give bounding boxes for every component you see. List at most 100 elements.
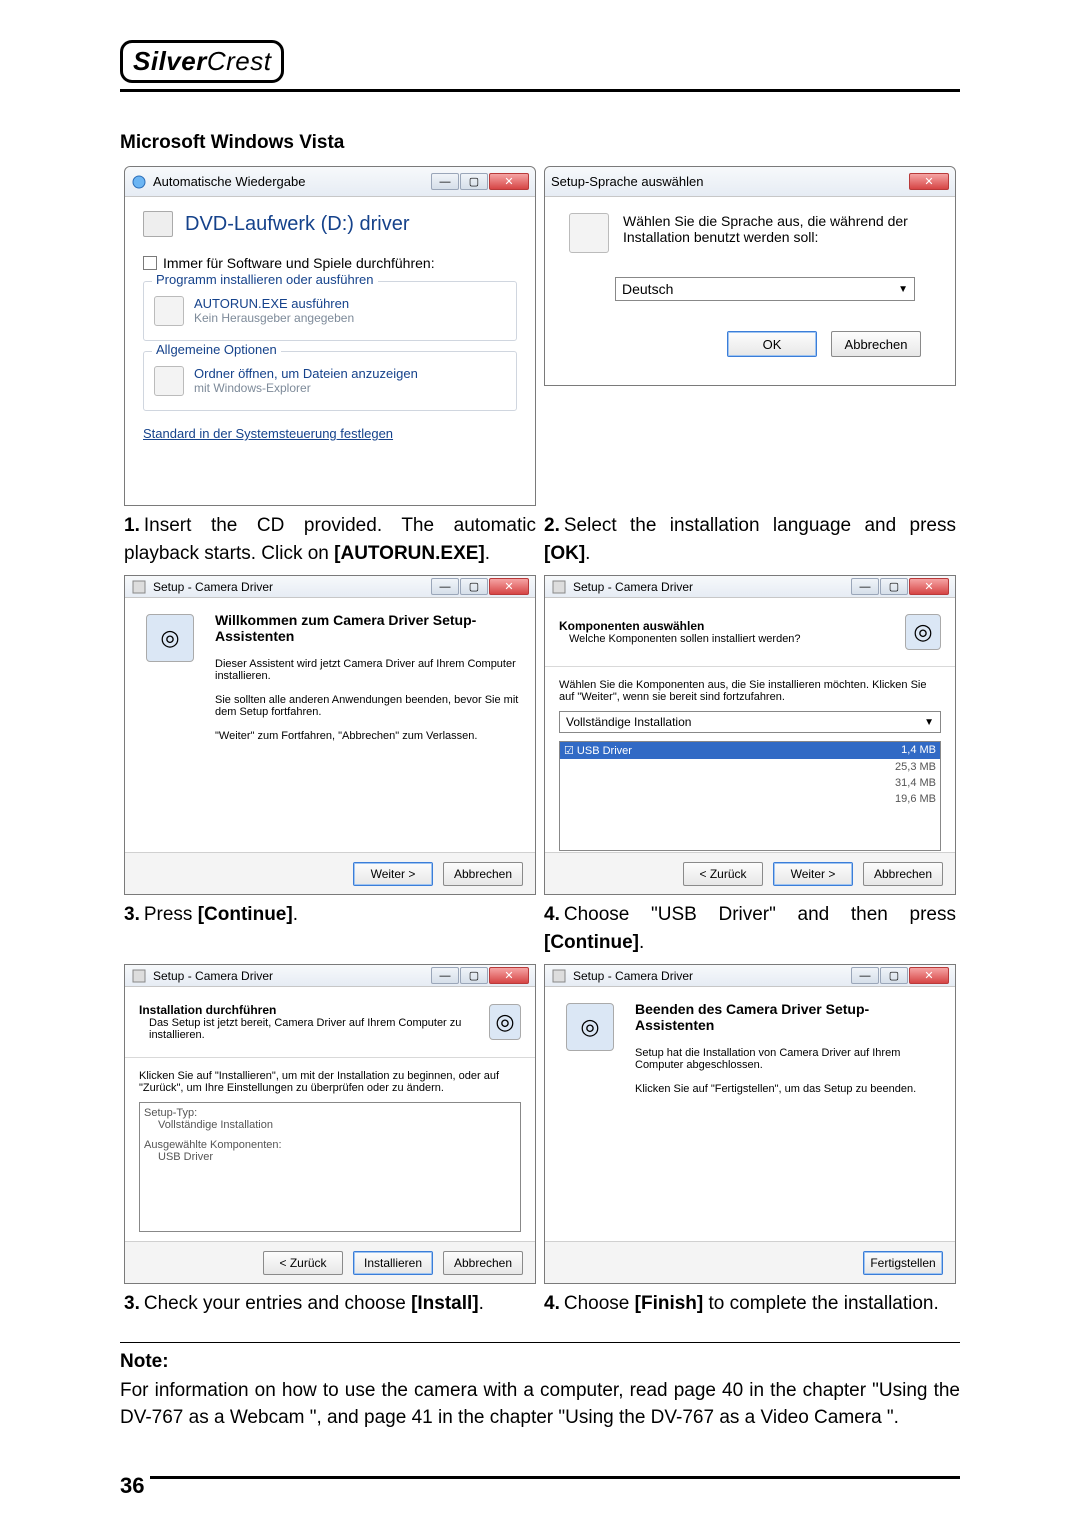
wizard-title: Setup - Camera Driver [153,580,273,594]
note-heading: Note: [120,1351,960,1373]
globe-icon [569,213,609,253]
autoplay-icon [131,174,147,190]
brand-header: SilverCrest [120,40,960,92]
size-1: 1,4 MB [901,744,936,757]
close-button[interactable]: ✕ [909,967,949,984]
wizard3-heading: Installation durchführen [139,1003,475,1017]
close-button[interactable]: ✕ [909,578,949,595]
install-summary: Setup-Typ: Vollständige Installation Aus… [139,1102,521,1232]
wizard-logo-icon: ◎ [146,614,194,662]
minimize-button[interactable]: — [431,578,459,595]
screenshot-wizard-ready: Setup - Camera Driver — ▢ ✕ Installation… [124,964,536,1284]
always-label: Immer für Software und Spiele durchführe… [163,255,435,271]
screenshot-wizard-components: Setup - Camera Driver — ▢ ✕ Komponenten … [544,575,956,895]
maximize-button[interactable]: ▢ [880,967,908,984]
control-panel-link[interactable]: Standard in der Systemsteuerung festlege… [143,426,393,441]
cancel-button[interactable]: Abbrechen [831,331,921,357]
setup-icon [551,968,567,984]
close-button[interactable]: ✕ [489,173,529,190]
wizard-title: Setup - Camera Driver [153,969,273,983]
brand-logo: SilverCrest [120,40,284,83]
maximize-button[interactable]: ▢ [880,578,908,595]
maximize-button[interactable]: ▢ [460,967,488,984]
wizard2-instructions: Wählen Sie die Komponenten aus, die Sie … [559,679,941,703]
back-button[interactable]: < Zurück [263,1251,343,1275]
install-type-value: Vollständige Installation [566,715,691,729]
wizard2-heading: Komponenten auswählen [559,619,801,633]
wizard-title: Setup - Camera Driver [573,580,693,594]
finish-button[interactable]: Fertigstellen [863,1251,943,1275]
step6-caption: 4.Choose [Finish] to complete the instal… [544,1290,956,1318]
next-button[interactable]: Weiter > [773,862,853,886]
wizard3-instructions: Klicken Sie auf "Installieren", um mit d… [139,1070,521,1094]
install-type-combo[interactable]: Vollständige Installation ▼ [559,711,941,733]
wizard1-heading: Willkommen zum Camera Driver Setup-Assis… [215,612,521,644]
install-button[interactable]: Installieren [353,1251,433,1275]
chevron-down-icon: ▼ [924,717,934,728]
component-item: USB Driver [577,745,632,757]
close-button[interactable]: ✕ [909,173,949,190]
minimize-button[interactable]: — [431,967,459,984]
open-folder-sublabel: mit Windows-Explorer [194,381,418,395]
brand-part-a: Silver [133,46,207,76]
section-heading: Microsoft Windows Vista [120,132,960,154]
page-number: 36 [120,1473,144,1499]
screenshot-autoplay: Automatische Wiedergabe — ▢ ✕ DVD-Laufwe… [124,166,536,506]
minimize-button[interactable]: — [851,967,879,984]
wizard4-p2: Klicken Sie auf "Fertigstellen", um das … [635,1083,941,1095]
folder-icon [154,366,184,396]
autorun-label: AUTORUN.EXE ausführen [194,296,354,311]
step2-caption: 2.Select the installation language and p… [544,512,956,567]
open-folder-item[interactable]: Ordner öffnen, um Dateien anzuzeigen mit… [154,366,506,396]
lang-message: Wählen Sie die Sprache aus, die während … [623,213,931,245]
drive-label: DVD-Laufwerk (D:) driver [185,213,409,236]
step1-caption: 1.Insert the CD provided. The automatic … [124,512,536,567]
brand-part-b: Crest [207,46,272,76]
divider [120,1342,960,1343]
screenshot-wizard-finish: Setup - Camera Driver — ▢ ✕ ◎ Beenden de… [544,964,956,1284]
wizard4-p1: Setup hat die Installation von Camera Dr… [635,1047,941,1071]
back-button[interactable]: < Zurück [683,862,763,886]
setup-icon [551,579,567,595]
ok-button[interactable]: OK [727,331,817,357]
language-combo[interactable]: Deutsch ▼ [615,277,915,301]
size-4: 19,6 MB [560,791,940,807]
autorun-item[interactable]: AUTORUN.EXE ausführen Kein Herausgeber a… [154,296,506,326]
setup-icon [131,579,147,595]
wizard-logo-icon: ◎ [489,1004,521,1040]
wizard-logo-icon: ◎ [566,1003,614,1051]
screenshot-wizard-welcome: Setup - Camera Driver — ▢ ✕ ◎ Willkommen… [124,575,536,895]
setup-icon [131,968,147,984]
step3-caption: 3.Press [Continue]. [124,901,536,929]
wizard1-p1: Dieser Assistent wird jetzt Camera Drive… [215,658,521,682]
minimize-button[interactable]: — [431,173,459,190]
minimize-button[interactable]: — [851,578,879,595]
autoplay-title: Automatische Wiedergabe [153,174,305,189]
size-3: 31,4 MB [560,775,940,791]
autorun-icon [154,296,184,326]
always-checkbox[interactable] [143,256,157,270]
maximize-button[interactable]: ▢ [460,173,488,190]
components-list[interactable]: ☑ USB Driver 1,4 MB 25,3 MB 31,4 MB 19,6… [559,741,941,851]
step5-caption: 3.Check your entries and choose [Install… [124,1290,536,1318]
maximize-button[interactable]: ▢ [460,578,488,595]
wizard1-p3: "Weiter" zum Fortfahren, "Abbrechen" zum… [215,730,521,742]
close-button[interactable]: ✕ [489,578,529,595]
chevron-down-icon: ▼ [898,284,908,295]
language-value: Deutsch [622,281,673,297]
wizard4-heading: Beenden des Camera Driver Setup-Assisten… [635,1001,941,1033]
wizard-title: Setup - Camera Driver [573,969,693,983]
open-folder-label: Ordner öffnen, um Dateien anzuzeigen [194,366,418,381]
cancel-button[interactable]: Abbrechen [443,1251,523,1275]
next-button[interactable]: Weiter > [353,862,433,886]
screenshot-language: Setup-Sprache auswählen ✕ Wählen Sie die… [544,166,956,386]
group-general-label: Allgemeine Optionen [152,342,281,357]
wizard1-p2: Sie sollten alle anderen Anwendungen bee… [215,694,521,718]
autorun-sublabel: Kein Herausgeber angegeben [194,311,354,325]
cancel-button[interactable]: Abbrechen [863,862,943,886]
wizard-logo-icon: ◎ [905,614,941,650]
close-button[interactable]: ✕ [489,967,529,984]
group-install-label: Programm installieren oder ausführen [152,272,378,287]
cancel-button[interactable]: Abbrechen [443,862,523,886]
step4-caption: 4.Choose "USB Driver" and then press [Co… [544,901,956,956]
